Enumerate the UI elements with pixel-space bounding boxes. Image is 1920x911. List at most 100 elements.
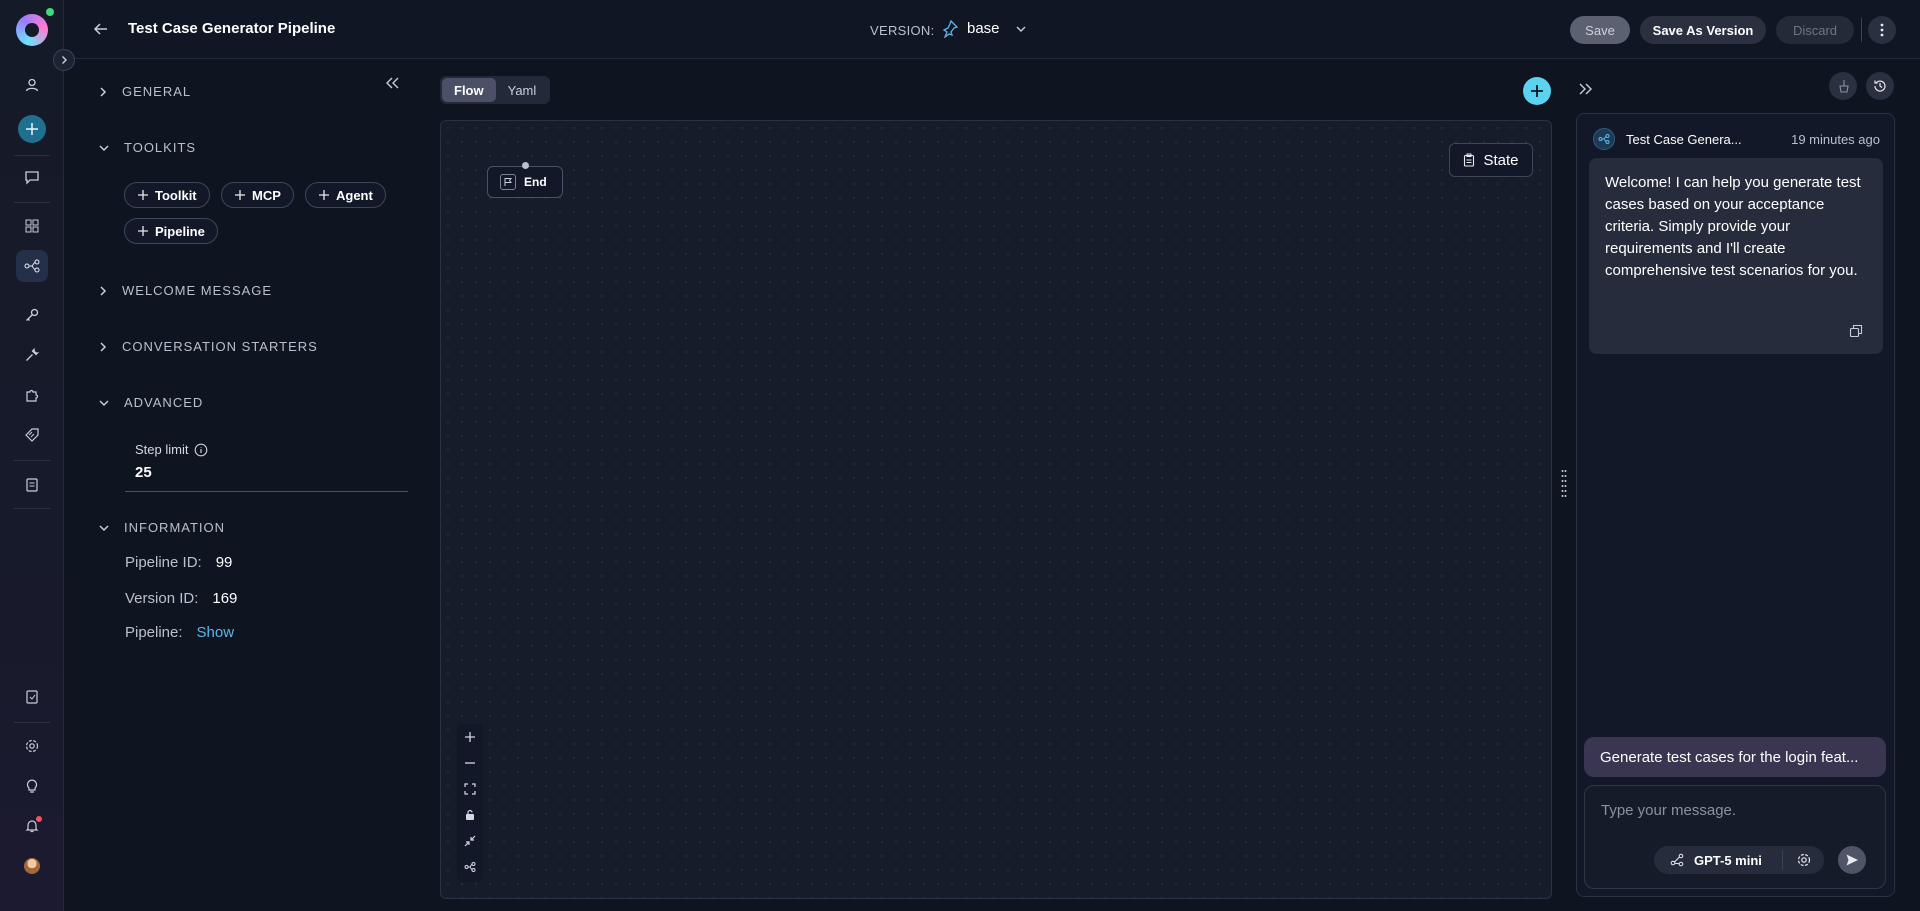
node-handle[interactable] <box>522 162 529 169</box>
section-conversation-starters[interactable]: CONVERSATION STARTERS <box>98 339 318 354</box>
notification-badge <box>36 816 42 822</box>
chevron-right-icon <box>100 341 107 352</box>
copy-icon[interactable] <box>1849 324 1863 338</box>
message-timestamp: 19 minutes ago <box>1791 131 1880 147</box>
fit-view-button[interactable] <box>457 776 483 802</box>
save-button[interactable]: Save <box>1570 16 1630 44</box>
chat-icon <box>25 171 39 185</box>
model-name: GPT-5 mini <box>1694 852 1762 868</box>
online-status-dot <box>46 8 54 16</box>
version-id-value: 169 <box>212 590 238 607</box>
section-information[interactable]: INFORMATION <box>98 520 225 535</box>
section-general[interactable]: GENERAL <box>98 84 191 99</box>
clean-chat-button[interactable] <box>1829 72 1857 100</box>
section-label: WELCOME MESSAGE <box>122 283 273 298</box>
lock-button[interactable] <box>457 802 483 828</box>
plus-icon <box>319 190 329 200</box>
nav-pipelines[interactable] <box>16 250 48 282</box>
nav-tags[interactable] <box>16 419 48 451</box>
top-bar: Test Case Generator Pipeline VERSION: ba… <box>64 0 1920 59</box>
version-select[interactable]: base <box>967 20 1000 37</box>
message-input[interactable]: Type your message. <box>1601 802 1736 819</box>
resize-handle[interactable] <box>1561 469 1567 499</box>
flow-canvas[interactable]: State End <box>440 120 1552 899</box>
state-button[interactable]: State <box>1449 143 1533 177</box>
plus-icon <box>465 732 475 742</box>
history-button[interactable] <box>1866 72 1894 100</box>
tag-icon <box>25 428 39 442</box>
nav-toolkits[interactable] <box>16 339 48 371</box>
rail-divider <box>14 202 50 203</box>
add-mcp-button[interactable]: MCP <box>221 182 294 208</box>
message-header: Test Case Genera... 19 minutes ago <box>1593 128 1880 150</box>
collapse-panel-button[interactable] <box>384 76 400 90</box>
collapse-nodes-button[interactable] <box>457 828 483 854</box>
key-icon <box>26 308 39 321</box>
pipeline-icon <box>1598 134 1610 144</box>
model-icon <box>1670 853 1684 867</box>
nav-tips[interactable] <box>16 770 48 802</box>
more-options-button[interactable] <box>1868 16 1896 44</box>
chevron-down-icon <box>99 399 109 406</box>
canvas-controls <box>457 724 483 882</box>
nav-chat[interactable] <box>16 161 48 193</box>
chevrons-left-icon <box>386 77 399 89</box>
discard-button[interactable]: Discard <box>1776 16 1854 44</box>
minus-icon <box>465 762 475 764</box>
nav-settings[interactable] <box>16 730 48 762</box>
agent-name: Test Case Genera... <box>1626 131 1742 147</box>
step-limit-label: Step limit <box>135 442 208 457</box>
zoom-in-button[interactable] <box>457 724 483 750</box>
user-avatar[interactable] <box>24 858 40 874</box>
add-node-button[interactable] <box>1523 77 1551 105</box>
nav-notifications[interactable] <box>16 810 48 842</box>
expand-nav-button[interactable] <box>53 49 75 71</box>
rail-divider <box>14 722 50 723</box>
end-node-label: End <box>524 175 547 189</box>
nav-artifacts[interactable] <box>16 469 48 501</box>
chevron-right-icon <box>62 56 67 64</box>
nav-profile[interactable] <box>16 69 48 101</box>
nav-credentials[interactable] <box>16 299 48 331</box>
model-selector[interactable]: GPT-5 mini <box>1654 846 1824 874</box>
send-button[interactable] <box>1838 846 1866 874</box>
show-pipeline-link[interactable]: Show <box>197 624 235 641</box>
info-icon[interactable] <box>194 443 208 457</box>
chevron-right-icon <box>100 86 107 97</box>
back-button[interactable] <box>92 20 110 38</box>
tab-yaml[interactable]: Yaml <box>496 78 549 102</box>
pin-icon <box>942 20 958 38</box>
nav-create[interactable] <box>18 115 46 143</box>
view-toggle: Flow Yaml <box>440 76 551 104</box>
zoom-out-button[interactable] <box>457 750 483 776</box>
pipeline-id-row: Pipeline ID: 99 <box>125 554 232 571</box>
auto-layout-button[interactable] <box>457 854 483 880</box>
end-node[interactable]: End <box>487 162 563 198</box>
config-panel: GENERAL TOOLKITS Toolkit MCP Agent Pipel… <box>64 60 416 911</box>
settings-icon <box>1797 853 1811 867</box>
plus-icon <box>138 226 148 236</box>
left-nav-rail <box>0 0 75 911</box>
nav-notes[interactable] <box>16 681 48 713</box>
model-settings-button[interactable] <box>1796 852 1812 868</box>
version-id-label: Version ID: <box>125 590 199 607</box>
arrow-left-icon <box>93 23 107 35</box>
chip-label: Toolkit <box>155 187 197 203</box>
add-toolkit-button[interactable]: Toolkit <box>124 182 210 208</box>
version-id-row: Version ID: 169 <box>125 590 237 607</box>
add-pipeline-button[interactable]: Pipeline <box>124 218 218 244</box>
section-toolkits[interactable]: TOOLKITS <box>98 140 196 155</box>
nav-agents[interactable] <box>16 210 48 242</box>
app-logo[interactable] <box>16 14 48 46</box>
plus-icon <box>1531 85 1543 97</box>
add-agent-button[interactable]: Agent <box>305 182 386 208</box>
step-limit-input[interactable]: 25 <box>135 464 152 481</box>
collapse-chat-button[interactable] <box>1578 82 1594 96</box>
nav-integrations[interactable] <box>16 379 48 411</box>
section-welcome-message[interactable]: WELCOME MESSAGE <box>98 283 272 298</box>
save-as-version-button[interactable]: Save As Version <box>1640 16 1766 44</box>
chevron-down-icon[interactable] <box>1015 23 1027 35</box>
tab-flow[interactable]: Flow <box>442 78 496 102</box>
section-advanced[interactable]: ADVANCED <box>98 395 203 410</box>
pipeline-id-value: 99 <box>215 554 233 571</box>
